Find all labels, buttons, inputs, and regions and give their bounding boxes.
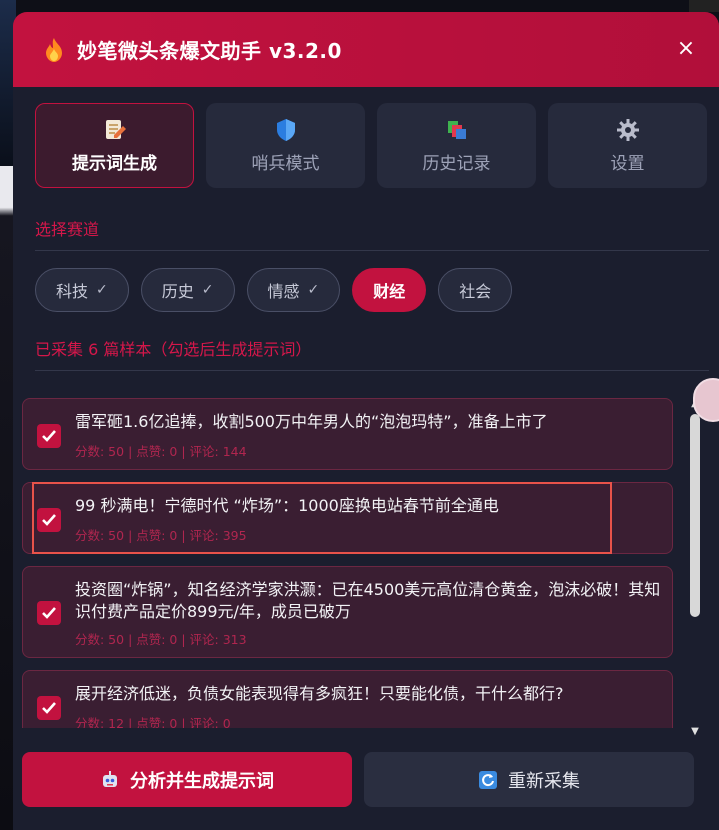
- checkmark-icon: [42, 430, 56, 442]
- tab-settings[interactable]: 设置: [548, 103, 707, 188]
- close-button[interactable]: ×: [673, 36, 699, 62]
- shield-icon: [273, 117, 299, 143]
- app-title: 妙笔微头条爆文助手 v3.2.0: [77, 39, 342, 63]
- tab-history[interactable]: 历史记录: [377, 103, 536, 188]
- chip-history[interactable]: 历史 ✓: [140, 268, 235, 312]
- checkmark-icon: [42, 607, 56, 619]
- tab-sentinel-mode[interactable]: 哨兵模式: [206, 103, 365, 188]
- button-label: 重新采集: [508, 770, 580, 792]
- panel-header: 妙笔微头条爆文助手 v3.2.0 ×: [13, 12, 719, 87]
- chip-finance[interactable]: 财经: [352, 268, 427, 312]
- list-item[interactable]: 99 秒满电！宁德时代 “炸场”：1000座换电站春节前全通电 分数: 50 |…: [22, 482, 673, 554]
- item-checkbox[interactable]: [37, 508, 61, 532]
- check-icon: ✓: [201, 282, 214, 298]
- analyze-generate-button[interactable]: 分析并生成提示词: [22, 752, 352, 807]
- tab-label: 提示词生成: [72, 154, 157, 174]
- list-scrollbar[interactable]: ▲ ▼: [688, 398, 702, 742]
- item-meta: 分数: 50 | 点赞: 0 | 评论: 313: [75, 632, 247, 647]
- item-meta: 分数: 12 | 点赞: 0 | 评论: 0: [75, 716, 231, 728]
- track-section-label: 选择赛道: [35, 220, 100, 239]
- item-meta: 分数: 50 | 点赞: 0 | 评论: 395: [75, 528, 247, 543]
- button-label: 分析并生成提示词: [130, 770, 274, 792]
- refresh-icon: [479, 770, 497, 789]
- chip-emotion[interactable]: 情感 ✓: [246, 268, 341, 312]
- item-checkbox[interactable]: [37, 696, 61, 720]
- robot-icon: [103, 770, 117, 787]
- stacked-books-icon: [444, 117, 470, 143]
- desktop-corner: [689, 0, 719, 12]
- item-title: 展开经济低迷，负债女能表现得有多疯狂！只要能化债，干什么都行?: [75, 684, 564, 703]
- samples-label: 已采集 6 篇样本（勾选后生成提示词）: [35, 340, 312, 359]
- item-title: 99 秒满电！宁德时代 “炸场”：1000座换电站春节前全通电: [75, 496, 499, 515]
- action-footer: 分析并生成提示词 重新采集: [22, 752, 694, 807]
- check-icon: ✓: [307, 282, 320, 298]
- tab-label: 哨兵模式: [251, 154, 320, 174]
- item-checkbox[interactable]: [37, 601, 61, 625]
- list-item[interactable]: 投资圈“炸锅”，知名经济学家洪灏：已在4500美元高位清仓黄金，泡沫必破！其知识…: [22, 566, 673, 658]
- track-chips: 科技 ✓ 历史 ✓ 情感 ✓ 财经 社会: [13, 251, 719, 312]
- chip-label: 科技: [56, 282, 89, 301]
- tab-label: 设置: [610, 154, 645, 174]
- recollect-button[interactable]: 重新采集: [364, 752, 694, 807]
- item-title: 投资圈“炸锅”，知名经济学家洪灏：已在4500美元高位清仓黄金，泡沫必破！其知识…: [75, 580, 661, 621]
- tab-label: 历史记录: [422, 154, 491, 174]
- edit-document-icon: [102, 117, 128, 143]
- item-meta: 分数: 50 | 点赞: 0 | 评论: 144: [75, 444, 247, 459]
- checkmark-icon: [42, 702, 56, 714]
- chip-label: 财经: [373, 282, 406, 301]
- list-item[interactable]: 展开经济低迷，负债女能表现得有多疯狂！只要能化债，干什么都行? 分数: 12 |…: [22, 670, 673, 728]
- item-checkbox[interactable]: [37, 424, 61, 448]
- check-icon: ✓: [96, 282, 108, 298]
- item-title: 雷军砸1.6亿追捧，收割500万中年男人的“泡泡玛特”，准备上市了: [75, 412, 548, 431]
- mode-tabs: 提示词生成 哨兵模式 历史记录 设置: [13, 87, 719, 188]
- sample-list[interactable]: 雷军砸1.6亿追捧，收割500万中年男人的“泡泡玛特”，准备上市了 分数: 50…: [22, 386, 692, 728]
- divider: [35, 370, 709, 371]
- scrollbar-thumb[interactable]: [690, 414, 700, 617]
- list-item[interactable]: 雷军砸1.6亿追捧，收割500万中年男人的“泡泡玛特”，准备上市了 分数: 50…: [22, 398, 673, 470]
- chip-tech[interactable]: 科技 ✓: [35, 268, 129, 312]
- chip-society[interactable]: 社会: [438, 268, 513, 312]
- chip-label: 历史: [161, 282, 194, 301]
- gear-icon: [615, 117, 641, 143]
- chip-label: 社会: [459, 282, 492, 301]
- checkmark-icon: [42, 514, 56, 526]
- tab-prompt-generate[interactable]: 提示词生成: [35, 103, 194, 188]
- flame-icon: [46, 37, 62, 62]
- scroll-down-arrow-icon[interactable]: ▼: [688, 726, 702, 738]
- chip-label: 情感: [267, 282, 300, 301]
